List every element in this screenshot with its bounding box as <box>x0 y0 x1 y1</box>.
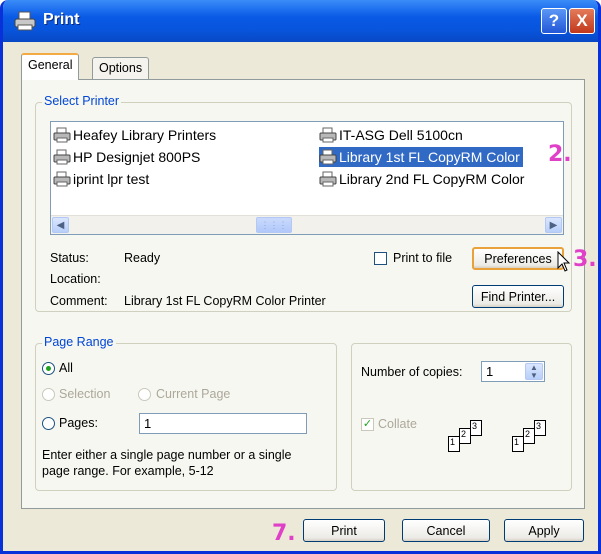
step-2-annotation: 2. <box>548 142 572 167</box>
print-to-file-checkbox[interactable] <box>374 252 387 265</box>
current-page-radio-label[interactable]: Current Page <box>156 387 230 401</box>
title-bar[interactable]: Print ? X <box>3 0 598 42</box>
copies-group: Number of copies: 1 ▲ ▼ ✓ Collate 3 2 1 3… <box>351 343 572 491</box>
mouse-cursor-icon <box>557 251 571 272</box>
comment-value: Library 1st FL CopyRM Color Printer <box>124 294 326 308</box>
find-printer-button[interactable]: Find Printer... <box>472 285 564 308</box>
page-range-legend: Page Range <box>42 335 116 349</box>
apply-button[interactable]: Apply <box>504 519 584 542</box>
scroll-thumb[interactable]: ⋮⋮⋮ <box>256 217 292 233</box>
window-title: Print <box>43 11 80 28</box>
printer-icon <box>319 149 337 165</box>
printer-name: IT-ASG Dell 5100cn <box>339 127 463 143</box>
page-range-group: Page Range All Selection Current Page Pa… <box>35 335 337 491</box>
printer-icon <box>319 127 337 143</box>
pages-radio-label[interactable]: Pages: <box>59 416 98 430</box>
status-value: Ready <box>124 251 161 265</box>
printer-name: Library 1st FL CopyRM Color <box>339 149 520 165</box>
scroll-left-button[interactable]: ◀ <box>52 217 69 233</box>
page-range-help-line1: Enter either a single page number or a s… <box>42 448 292 462</box>
scroll-right-button[interactable]: ▶ <box>545 217 562 233</box>
printer-icon <box>319 171 337 187</box>
collate-illustration: 3 2 1 3 2 1 <box>448 416 568 466</box>
printer-item-selected[interactable]: Library 1st FL CopyRM Color <box>319 147 523 167</box>
printer-list[interactable]: Heafey Library Printers HP Designjet 800… <box>50 121 564 235</box>
selection-radio-label[interactable]: Selection <box>59 387 110 401</box>
collate-page: 2 <box>523 428 535 444</box>
pages-radio[interactable] <box>42 417 55 430</box>
select-printer-legend: Select Printer <box>42 94 122 108</box>
selection-radio[interactable] <box>42 388 55 401</box>
pages-input[interactable]: 1 <box>139 413 307 434</box>
printer-icon <box>14 11 36 31</box>
horizontal-scrollbar[interactable]: ◀ ⋮⋮⋮ ▶ <box>51 215 563 234</box>
collate-label[interactable]: Collate <box>378 417 417 431</box>
collate-page: 3 <box>534 420 546 436</box>
step-3-annotation: 3. <box>573 247 597 272</box>
comment-label: Comment: <box>50 294 108 308</box>
printer-item[interactable]: Library 2nd FL CopyRM Color <box>319 169 527 189</box>
printer-icon <box>53 171 71 187</box>
step-7-annotation: 7. <box>272 521 296 546</box>
cancel-button[interactable]: Cancel <box>402 519 490 542</box>
preferences-button[interactable]: Preferences <box>472 247 564 270</box>
collate-checkbox[interactable]: ✓ <box>361 418 374 431</box>
select-printer-group: Select Printer Heafey Library Printers H… <box>35 94 572 312</box>
tab-general[interactable]: General <box>21 53 80 80</box>
tab-options[interactable]: Options <box>92 57 150 79</box>
printer-icon <box>53 127 71 143</box>
printer-icon <box>53 149 71 165</box>
printer-item[interactable]: HP Designjet 800PS <box>53 147 203 167</box>
collate-page: 1 <box>448 436 460 452</box>
printer-name: Library 2nd FL CopyRM Color <box>339 171 525 187</box>
printer-item[interactable]: iprint lpr test <box>53 169 152 189</box>
general-tab-panel: Select Printer Heafey Library Printers H… <box>21 79 585 509</box>
close-button[interactable]: X <box>569 8 595 34</box>
copies-spinner[interactable]: ▲ ▼ <box>525 363 543 380</box>
help-button[interactable]: ? <box>541 8 567 34</box>
collate-page: 3 <box>470 420 482 436</box>
location-label: Location: <box>50 272 101 286</box>
all-radio[interactable] <box>42 362 55 375</box>
status-label: Status: <box>50 251 89 265</box>
collate-page: 1 <box>512 436 524 452</box>
current-page-radio[interactable] <box>138 388 151 401</box>
printer-name: Heafey Library Printers <box>73 127 217 143</box>
print-dialog: Print ? X General Options Select Printer… <box>0 0 601 554</box>
copies-label: Number of copies: <box>361 365 463 379</box>
printer-item[interactable]: Heafey Library Printers <box>53 125 219 145</box>
printer-name: iprint lpr test <box>73 171 150 187</box>
print-to-file-label[interactable]: Print to file <box>393 251 452 265</box>
page-range-help-line2: page range. For example, 5-12 <box>42 464 214 478</box>
all-radio-label[interactable]: All <box>59 361 73 375</box>
collate-page: 2 <box>459 428 471 444</box>
print-button[interactable]: Print <box>303 519 385 542</box>
printer-item[interactable]: IT-ASG Dell 5100cn <box>319 125 466 145</box>
printer-name: HP Designjet 800PS <box>73 149 201 165</box>
